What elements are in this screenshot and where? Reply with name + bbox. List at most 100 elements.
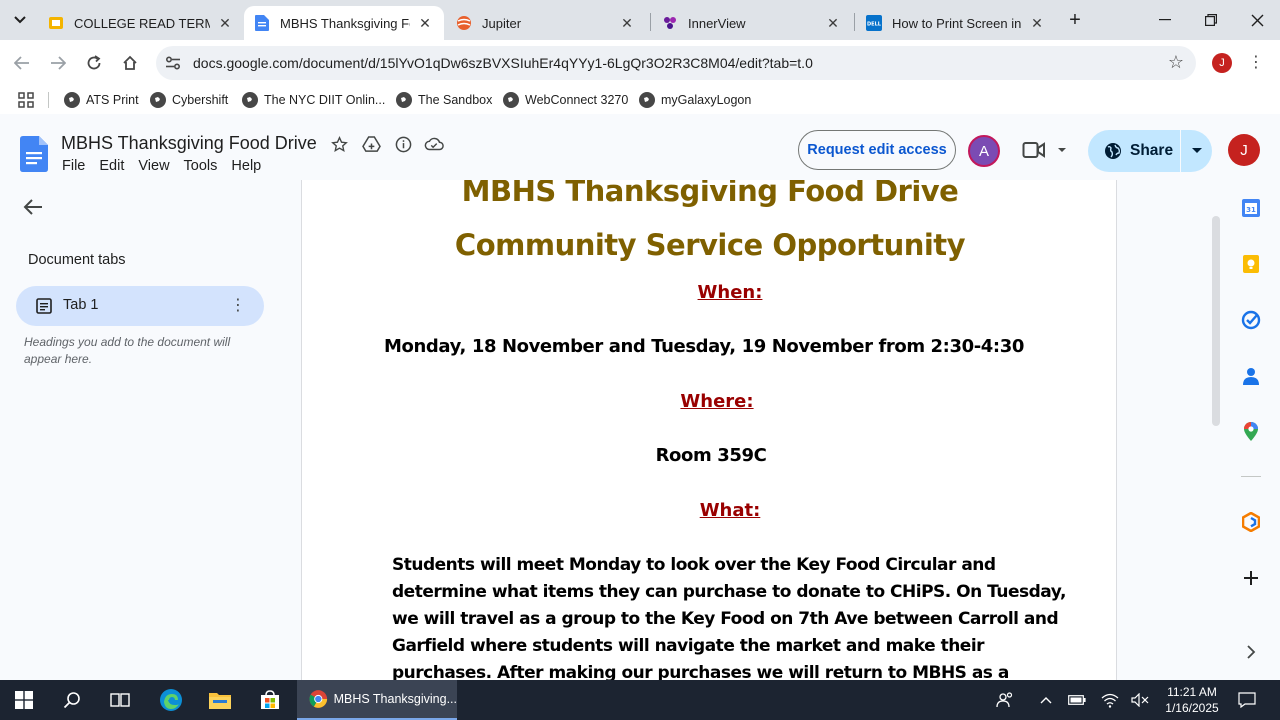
close-icon[interactable]: ✕ [416, 15, 434, 32]
doc-title-heading: MBHS Thanksgiving Food Drive [461, 180, 959, 208]
taskbar-window-label: MBHS Thanksgiving... [333, 692, 457, 706]
task-view-icon[interactable] [108, 688, 132, 712]
forward-button[interactable] [45, 50, 71, 76]
document-title[interactable]: MBHS Thanksgiving Food Drive [61, 133, 317, 154]
browser-tab-innerview[interactable]: InnerView ✕ [652, 6, 852, 40]
star-icon[interactable] [329, 134, 349, 154]
bookmark-label: The Sandbox [418, 93, 493, 107]
menu-edit[interactable]: Edit [99, 158, 124, 174]
apps-grid-icon[interactable] [18, 92, 34, 108]
arrow-left-icon [23, 199, 42, 215]
browser-tab-print-screen[interactable]: DELL How to Print Screen in W ✕ [856, 6, 1056, 40]
move-to-drive-icon[interactable] [361, 134, 381, 154]
chevron-right-icon[interactable] [1241, 642, 1261, 662]
meet-button[interactable] [1022, 136, 1070, 164]
menu-file[interactable]: File [62, 158, 85, 174]
tab-title: MBHS Thanksgiving Foo [280, 15, 410, 31]
bookmark-label: WebConnect 3270 [525, 93, 629, 107]
system-clock[interactable]: 11:21 AM 1/16/2025 [1156, 684, 1228, 716]
collaborator-avatar[interactable]: A [968, 135, 1000, 167]
info-icon[interactable] [393, 134, 413, 154]
close-window-button[interactable] [1234, 0, 1280, 40]
bookmark-ats-print[interactable]: ATS Print [64, 91, 139, 109]
request-edit-access-button[interactable]: Request edit access [798, 130, 956, 170]
tasks-icon[interactable] [1241, 310, 1261, 330]
bookmark-cybershift[interactable]: Cybershift [150, 91, 228, 109]
new-tab-button[interactable]: + [1063, 9, 1087, 33]
show-hidden-icons[interactable] [1037, 691, 1055, 709]
close-icon[interactable]: ✕ [1028, 15, 1046, 32]
calendar-icon[interactable]: 31 [1241, 198, 1261, 218]
windows-start-icon[interactable] [12, 688, 36, 712]
home-button[interactable] [117, 50, 143, 76]
tab-search-button[interactable] [8, 8, 32, 32]
addon-icon[interactable] [1241, 512, 1261, 532]
notifications-icon[interactable] [1238, 691, 1256, 709]
what-paragraph: Students will meet Monday to look over t… [392, 555, 1066, 680]
reload-button[interactable] [81, 50, 107, 76]
file-explorer-icon[interactable] [208, 688, 232, 712]
document-tabs-heading: Document tabs [28, 252, 126, 268]
people-icon[interactable] [996, 691, 1014, 709]
menu-help[interactable]: Help [231, 158, 261, 174]
cloud-saved-icon[interactable] [424, 134, 444, 154]
menu-view[interactable]: View [138, 158, 169, 174]
browser-tab-college-read[interactable]: COLLEGE READ TERM 1 S ✕ [38, 6, 244, 40]
battery-icon[interactable] [1068, 691, 1086, 709]
menu-tools[interactable]: Tools [184, 158, 218, 174]
bookmarks-bar: ATS Print Cybershift The NYC DIIT Onlin.… [0, 86, 1280, 114]
share-button[interactable]: Share [1088, 130, 1180, 172]
contacts-icon[interactable] [1241, 366, 1261, 386]
close-icon[interactable]: ✕ [618, 15, 636, 32]
vertical-scrollbar[interactable] [1212, 216, 1220, 426]
taskbar-chrome-window[interactable]: MBHS Thanksgiving... [297, 680, 457, 720]
bookmark-nyc-diit[interactable]: The NYC DIIT Onlin... [242, 91, 385, 109]
search-icon[interactable] [60, 688, 84, 712]
bookmark-label: ATS Print [86, 93, 139, 107]
bookmark-star-icon[interactable]: ☆ [1168, 52, 1184, 73]
share-options-button[interactable] [1181, 130, 1212, 172]
url-host: docs.google.com [193, 55, 299, 71]
site-info-icon[interactable] [164, 54, 182, 72]
globe-icon [639, 92, 655, 108]
close-outline-button[interactable] [22, 198, 46, 222]
bookmark-mygalaxylogon[interactable]: myGalaxyLogon [639, 91, 751, 109]
close-icon [1251, 14, 1263, 26]
share-button-group: Share [1088, 130, 1212, 172]
document-page[interactable]: MBHS Thanksgiving Food Drive Community S… [301, 180, 1117, 680]
chrome-icon [309, 690, 328, 708]
keep-icon[interactable] [1241, 254, 1261, 274]
google-docs-logo[interactable] [20, 136, 48, 172]
bookmark-the-sandbox[interactable]: The Sandbox [396, 91, 492, 109]
account-avatar[interactable]: J [1228, 134, 1260, 166]
get-addons-icon[interactable] [1241, 568, 1261, 588]
tab-title: Jupiter [482, 15, 522, 31]
restore-icon [1205, 14, 1217, 26]
back-button[interactable] [9, 50, 35, 76]
chrome-menu-icon[interactable]: ⋮ [1246, 52, 1266, 74]
restore-button[interactable] [1188, 0, 1234, 40]
edge-icon[interactable] [159, 688, 183, 712]
document-tab-1[interactable]: Tab 1 ⋮ [16, 286, 264, 326]
caret-down-icon [1191, 148, 1202, 153]
speaker-muted-icon[interactable] [1131, 691, 1149, 709]
microsoft-store-icon[interactable] [258, 688, 282, 712]
where-text: Room 359C [655, 445, 767, 466]
chrome-profile-avatar[interactable]: J [1212, 53, 1232, 73]
bookmark-webconnect[interactable]: WebConnect 3270 [503, 91, 628, 109]
address-bar[interactable]: docs.google.com/document/d/15lYvO1qDw6sz… [156, 46, 1196, 80]
close-icon[interactable]: ✕ [216, 15, 234, 32]
url-text[interactable]: docs.google.com/document/d/15lYvO1qDw6sz… [193, 55, 813, 71]
more-options-icon[interactable]: ⋮ [228, 294, 248, 318]
arrow-right-icon [51, 56, 66, 70]
document-canvas: MBHS Thanksgiving Food Drive Community S… [300, 180, 1210, 680]
wifi-icon[interactable] [1101, 691, 1119, 709]
arrow-left-icon [14, 56, 29, 70]
docs-icon [254, 15, 270, 31]
close-icon[interactable]: ✕ [824, 15, 842, 32]
browser-tab-jupiter[interactable]: Jupiter ✕ [446, 6, 646, 40]
browser-tab-mbhs[interactable]: MBHS Thanksgiving Foo ✕ [244, 6, 444, 40]
maps-icon[interactable] [1241, 422, 1261, 442]
minimize-button[interactable] [1142, 0, 1188, 40]
what-label: What: [699, 500, 761, 521]
